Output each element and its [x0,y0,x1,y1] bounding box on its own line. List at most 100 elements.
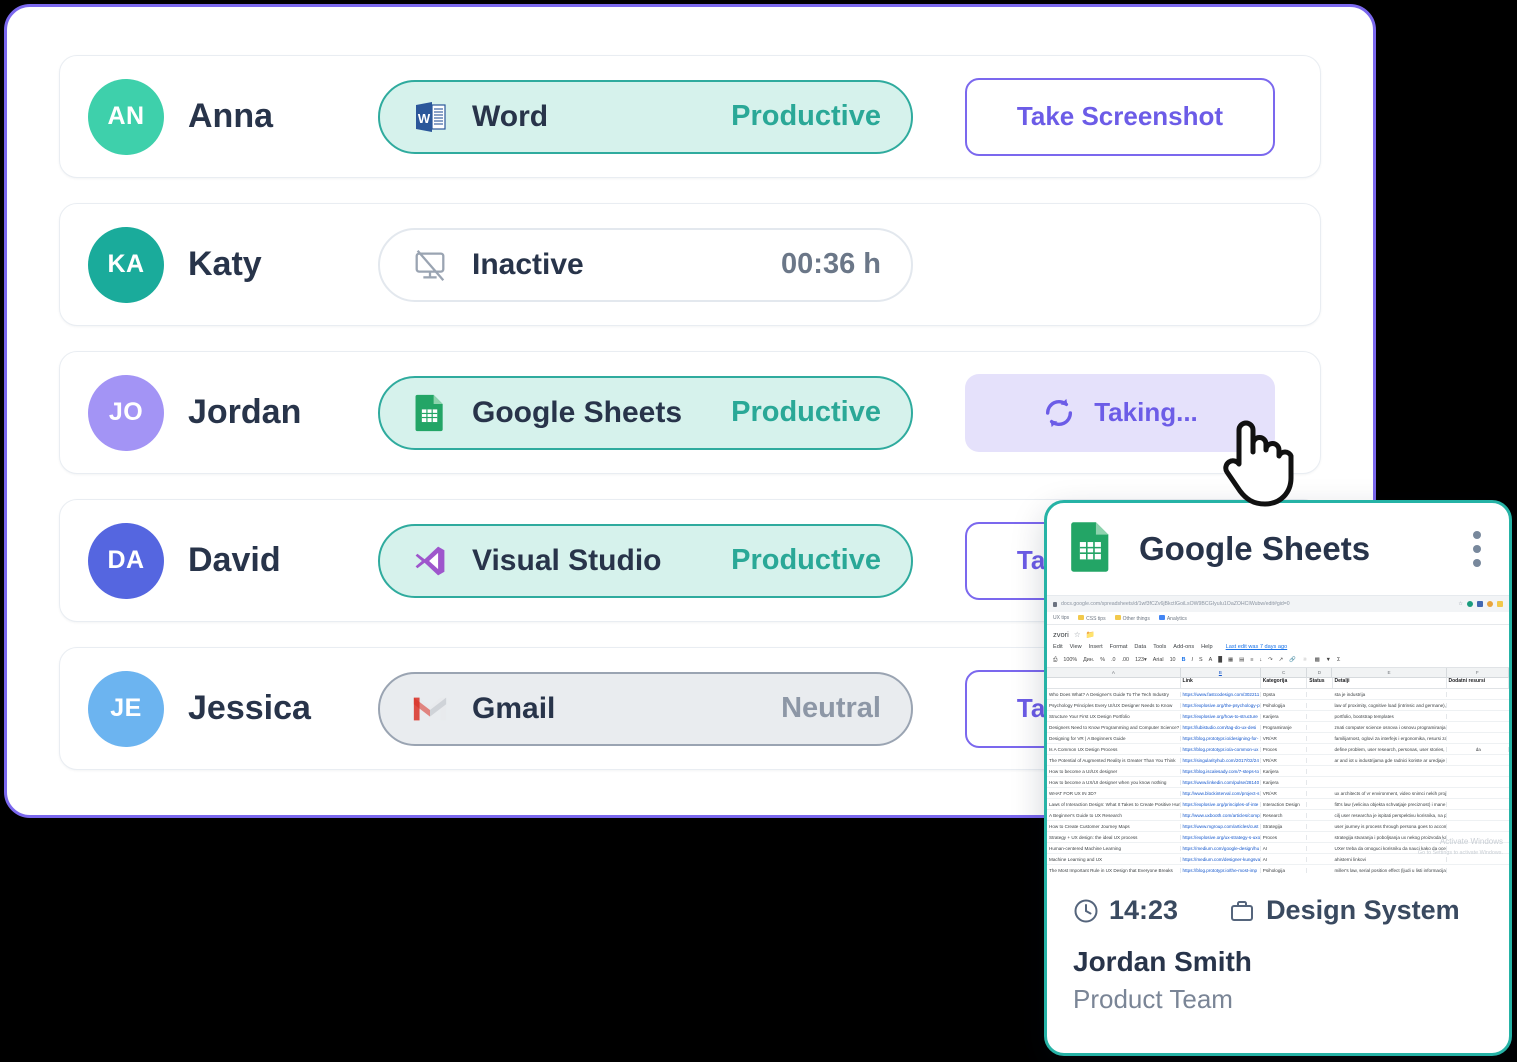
sheet-cell[interactable]: https://lubistudio.com/tag-do-ux-desi [1181,724,1261,730]
italic-icon[interactable]: I [1191,657,1193,663]
sheet-row[interactable]: Human-centered Machine Learning https://m… [1047,843,1509,854]
sheet-cell[interactable]: https://www.fastcodesign.com/302211 [1181,691,1261,697]
sheet-cell[interactable]: Karijera [1261,768,1308,774]
menu-item-tools[interactable]: Tools [1153,644,1166,650]
sheet-cell[interactable]: Is A Common UX Design Process [1047,746,1181,752]
align-icon[interactable]: ≡ [1250,657,1253,663]
text-color-icon[interactable]: A [1209,657,1213,663]
zoom-level[interactable]: 100% [1063,657,1077,663]
sheet-cell[interactable]: https://blog.iscalesady.com/7-steps-to [1181,768,1261,774]
app-status-chip[interactable]: W Word Productive [378,79,913,154]
sheet-cell[interactable]: AI [1261,856,1308,862]
column-letter-c[interactable]: C [1261,668,1308,677]
last-edit-label[interactable]: Last edit was 7 days ago [1226,644,1288,650]
sheet-cell[interactable]: Structure Your First UX Design Portfolio [1047,713,1181,719]
column-letter-a[interactable]: A [1047,668,1181,677]
spreadsheet-title[interactable]: zvori [1053,630,1069,639]
sheet-cell[interactable]: https://blog.prototypr.io/the-most-imp [1181,867,1261,873]
app-status-chip[interactable]: Inactive 00:36 h [378,227,913,302]
sheet-cell[interactable]: sta je industrija [1333,691,1447,697]
bookmark-item[interactable]: CSS tips [1078,614,1106,622]
menu-item-format[interactable]: Format [1110,644,1128,650]
sheet-row[interactable]: Psychology Principles Every UI/UX Design… [1047,700,1509,711]
bold-icon[interactable]: B [1182,657,1186,663]
sheet-cell[interactable]: Human-centered Machine Learning [1047,845,1181,851]
print-icon[interactable]: ⎙ [1053,657,1057,664]
bookmark-item[interactable]: Analytics [1158,614,1187,622]
bookmark-item[interactable]: UX tips [1053,615,1069,621]
chart-icon[interactable]: ▩ [1315,657,1320,663]
app-status-chip[interactable]: Visual Studio Productive [378,523,913,598]
menu-item-edit[interactable]: Edit [1053,644,1063,650]
column-letter-e[interactable]: E [1332,668,1447,677]
sheet-cell[interactable]: https://medium.com/designer-kungsva [1181,856,1261,862]
sheet-cell[interactable]: Strategy + UX design: the ideal UX proce… [1047,834,1181,840]
sheet-cell[interactable]: UXer treba da omoguci korisniku da nauci… [1333,845,1447,851]
sheet-row[interactable]: Who Does What? A Designer's Guide To The… [1047,689,1509,700]
sheet-cell[interactable]: cilj user researcha je ispitati perspekt… [1333,812,1447,818]
sheet-cell[interactable]: znati computer science osnova i osnovu p… [1333,724,1447,730]
sheet-cell[interactable]: https://blog.prototypr.io/designing-for- [1181,735,1261,741]
sheet-cell[interactable]: Psihologija [1261,867,1308,873]
sheet-row[interactable]: A Beginner's Guide to UX Research http://… [1047,810,1509,821]
sheet-cell[interactable]: Psihologija [1261,702,1308,708]
sheet-cell[interactable]: Opsta [1261,691,1308,697]
filter-icon[interactable]: ▼ [1326,657,1331,663]
sheet-row[interactable]: How to Create Customer Journey Maps https… [1047,821,1509,832]
sheet-cell[interactable]: AI [1261,845,1308,851]
app-status-chip[interactable]: Google Sheets Productive [378,375,913,450]
sheet-cell[interactable]: strategija stvaranja i poboljsanja ux ne… [1333,834,1447,840]
sheet-cell[interactable]: define problem, user research, personas,… [1333,746,1447,752]
sheet-cell[interactable]: https://explosive.org/how-to-structure [1181,713,1261,719]
sheet-cell[interactable]: https://medium.com/google-design/hu [1181,845,1261,851]
sheet-cell[interactable]: https://singularityhub.com/2017/02/24 [1181,757,1261,763]
sheet-cell[interactable]: miller's law, serial position effect (lj… [1333,867,1447,873]
sheet-cell[interactable]: Interaction Design [1261,801,1308,807]
sheet-cell[interactable]: familijarnost, oglovi za interfejs i erg… [1333,735,1447,741]
sheet-cell[interactable]: https://explosive.org/the-psychology-p [1181,702,1261,708]
currency-icon[interactable]: Дин. [1083,657,1094,663]
sheet-cell[interactable]: VR/AR [1261,757,1308,763]
sheet-cell[interactable]: A Beginner's Guide to UX Research [1047,812,1181,818]
sheet-cell[interactable]: Research [1261,812,1308,818]
column-letter-f[interactable]: F [1447,668,1509,677]
sheet-cell[interactable]: https://blog.prototypr.io/a-common-ux [1181,746,1261,752]
sheet-cell[interactable]: Karijera [1261,713,1308,719]
column-letter-b[interactable]: B [1181,668,1261,677]
sheet-row[interactable]: Designers Need to Know Programming and C… [1047,722,1509,733]
sheet-cell[interactable]: https://explosive.org/ux-strategy-s-uxo [1181,834,1261,840]
sheet-row[interactable]: WHAT FOR UX IN 3D? http://www.blockinterv… [1047,788,1509,799]
app-status-chip[interactable]: Gmail Neutral [378,671,913,746]
menu-item-help[interactable]: Help [1201,644,1213,650]
menu-item-view[interactable]: View [1070,644,1082,650]
take-screenshot-button[interactable]: Take Screenshot [965,77,1275,156]
sheet-cell[interactable]: VR/AR [1261,735,1308,741]
sheet-cell[interactable]: How to Create Customer Journey Maps [1047,823,1181,829]
sheet-cell[interactable]: VR/AR [1261,790,1308,796]
sheet-cell[interactable]: How to become a UI/UX designer [1047,768,1181,774]
font-size-select[interactable]: 10 [1170,657,1176,663]
sheet-cell[interactable]: WHAT FOR UX IN 3D? [1047,790,1181,796]
strikethrough-icon[interactable]: S [1199,657,1203,663]
sheet-cell[interactable]: Proces [1261,834,1308,840]
menu-item-data[interactable]: Data [1134,644,1146,650]
sheet-cell[interactable]: Designing for VR | A Beginners Guide [1047,735,1181,741]
sheet-cell[interactable]: Psychology Principles Every UI/UX Design… [1047,702,1181,708]
sheet-cell[interactable]: da [1447,746,1509,752]
sheet-cell[interactable]: user journey is process through persona … [1333,823,1447,829]
sheet-row[interactable]: Structure Your First UX Design Portfolio… [1047,711,1509,722]
sheet-row[interactable]: Designing for VR | A Beginners Guide http… [1047,733,1509,744]
percent-icon[interactable]: % [1100,657,1105,663]
number-format-icon[interactable]: 123▾ [1135,657,1147,663]
sheet-cell[interactable]: http://www.uxbooth.com/articles/comp [1181,812,1261,818]
sheet-cell[interactable]: The Most Important Rule in UX Design tha… [1047,867,1181,873]
sheet-row[interactable]: Laws of Interaction Design: What It Take… [1047,799,1509,810]
decimal-increase-icon[interactable]: .00 [1122,657,1130,663]
sheet-cell[interactable]: portfolio, bootstrap templates [1333,713,1447,719]
sheet-cell[interactable]: Karijera [1261,779,1308,785]
sheet-cell[interactable]: How to become a UX/UI designer when you … [1047,779,1181,785]
menu-item-addons[interactable]: Add-ons [1173,644,1194,650]
star-icon[interactable]: ☆ [1074,630,1081,639]
column-letter-d[interactable]: D [1307,668,1333,677]
sheet-row[interactable]: Strategy + UX design: the ideal UX proce… [1047,832,1509,843]
